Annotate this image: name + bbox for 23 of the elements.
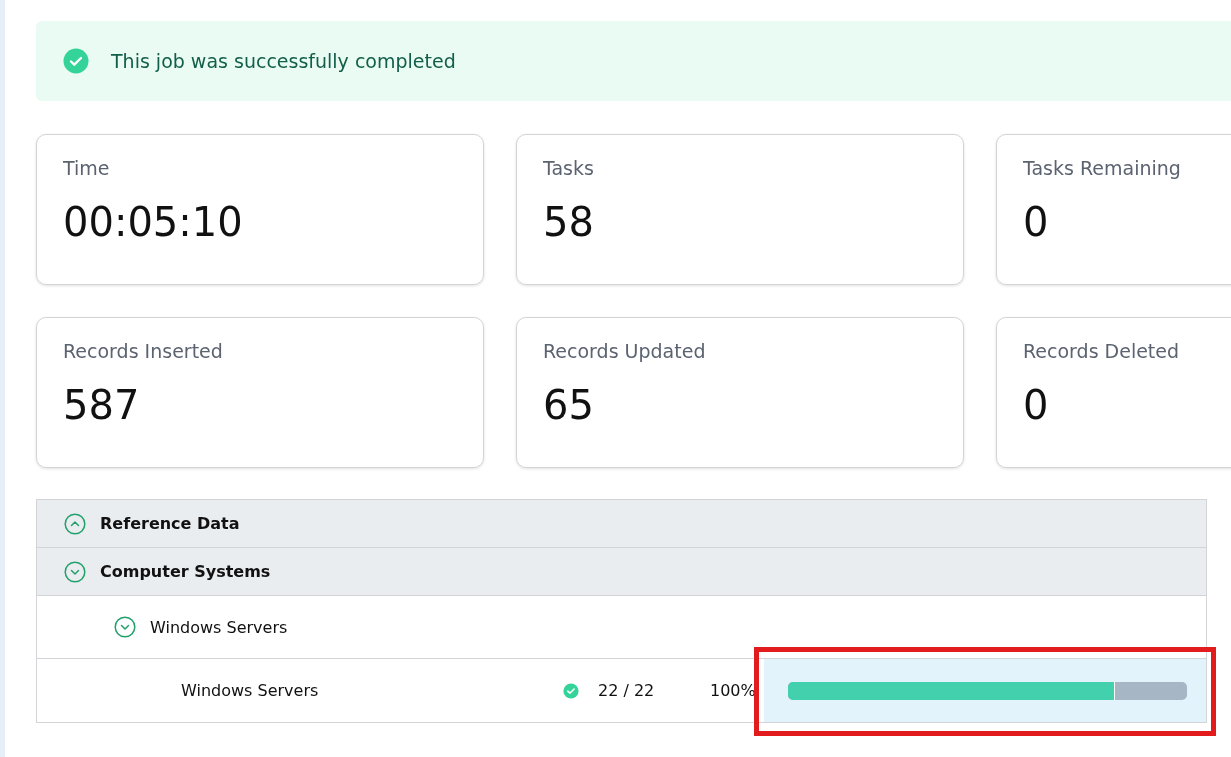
banner-message: This job was successfully completed [111, 50, 456, 72]
check-circle-icon [563, 682, 579, 699]
stat-value: 00:05:10 [63, 199, 244, 245]
stat-label: Records Updated [543, 340, 707, 362]
stat-value: 65 [543, 382, 595, 428]
stat-value: 587 [63, 382, 141, 428]
group-row[interactable]: Computer Systems [37, 548, 1206, 596]
stat-value: 58 [543, 199, 595, 245]
stat-value: 0 [1023, 382, 1050, 428]
stat-label: Records Inserted [63, 340, 224, 362]
task-count: 22 / 22 [598, 681, 656, 700]
stat-label: Time [63, 157, 111, 179]
group-label: Computer Systems [100, 562, 271, 581]
stat-label: Tasks Remaining [1023, 157, 1182, 179]
stat-value: 0 [1023, 199, 1050, 245]
stat-label: Tasks [543, 157, 595, 179]
task-name: Windows Servers [181, 681, 320, 700]
check-circle-icon [63, 48, 89, 74]
task-percent: 100% [710, 681, 756, 700]
group-row[interactable]: Reference Data [37, 500, 1206, 548]
stat-label: Records Deleted [1023, 340, 1181, 362]
group-label: Reference Data [100, 514, 240, 533]
subgroup-label: Windows Servers [150, 617, 288, 637]
